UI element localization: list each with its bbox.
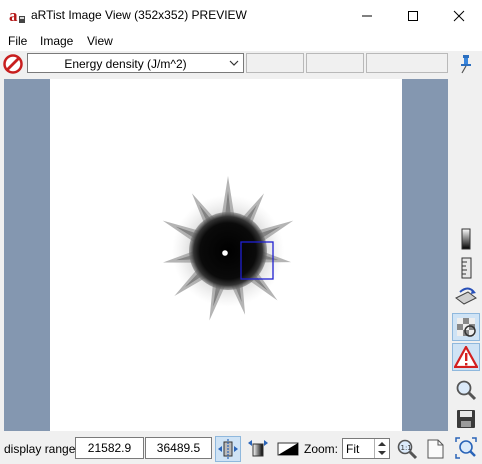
ruler-button[interactable] (452, 254, 480, 282)
toolbar-field-2 (306, 53, 364, 73)
energy-density-plot (162, 176, 294, 321)
status-bar: display range 21582.9 36489.5 Zoom: Fit (0, 433, 450, 464)
invert-colors-button[interactable] (275, 436, 301, 462)
energy-density-image[interactable] (50, 79, 402, 431)
title-bar: a aRTist Image View (352x352) PREVIEW (0, 0, 482, 31)
window-title: aRTist Image View (352x352) PREVIEW (31, 8, 247, 22)
gradient-bar-button[interactable] (452, 225, 480, 253)
rotate-image-button[interactable] (452, 283, 480, 311)
right-tool-sidebar (450, 79, 482, 464)
close-icon (453, 10, 465, 21)
svg-text:1:1: 1:1 (401, 444, 412, 452)
zoom-spinbox[interactable]: Fit (342, 438, 390, 459)
page-view-icon (427, 439, 444, 459)
menu-file[interactable]: File (8, 34, 27, 48)
zoom-label: Zoom: (304, 442, 339, 456)
zoom-button[interactable] (452, 376, 480, 404)
rotate-image-icon (455, 287, 477, 305)
zoom-1to1-icon: 1:1 (397, 439, 418, 460)
warning-button[interactable] (452, 343, 480, 371)
toolbar-field-3 (366, 53, 448, 73)
center-marker (222, 250, 228, 256)
auto-range-button[interactable] (215, 436, 241, 462)
zoom-1to1-button[interactable]: 1:1 (394, 436, 420, 462)
chevron-down-icon (229, 60, 239, 66)
expand-range-icon (248, 440, 268, 457)
range-max-field[interactable]: 36489.5 (145, 437, 212, 459)
warning-icon (454, 346, 478, 368)
menu-bar: File Image View (0, 31, 482, 51)
save-icon (457, 410, 475, 428)
invert-colors-icon (277, 442, 299, 456)
zoom-value: Fit (346, 442, 360, 456)
menu-view[interactable]: View (87, 34, 113, 48)
display-range-label: display range (4, 442, 76, 456)
fit-view-button[interactable] (452, 434, 480, 462)
auto-range-icon (218, 439, 238, 459)
maximize-button[interactable] (390, 0, 436, 31)
save-button[interactable] (452, 405, 480, 433)
menu-image[interactable]: Image (40, 34, 73, 48)
minimize-button[interactable] (344, 0, 390, 31)
ruler-icon (461, 257, 472, 279)
field-select-value: Energy density (J/m^2) (64, 57, 187, 71)
maximize-icon (408, 10, 418, 21)
page-view-button[interactable] (422, 436, 448, 462)
close-button[interactable] (436, 0, 482, 31)
range-min-field[interactable]: 21582.9 (75, 437, 144, 459)
expand-range-button[interactable] (245, 436, 271, 462)
zoom-spin-arrows[interactable] (374, 439, 389, 458)
spin-arrows-icon (378, 442, 386, 455)
checker-pattern-button[interactable] (452, 313, 480, 341)
pin-icon[interactable] (456, 54, 474, 74)
fit-view-icon (455, 437, 477, 459)
checker-pattern-icon (457, 318, 476, 337)
svg-text:a: a (9, 6, 18, 24)
gradient-bar-icon (461, 228, 471, 250)
minimize-icon (362, 15, 372, 16)
toolbar: Energy density (J/m^2) (0, 51, 482, 77)
toolbar-field-1 (246, 53, 304, 73)
app-logo-icon: a (8, 6, 26, 25)
field-select[interactable]: Energy density (J/m^2) (27, 53, 244, 73)
zoom-icon (456, 380, 477, 401)
stop-icon[interactable] (3, 54, 23, 74)
